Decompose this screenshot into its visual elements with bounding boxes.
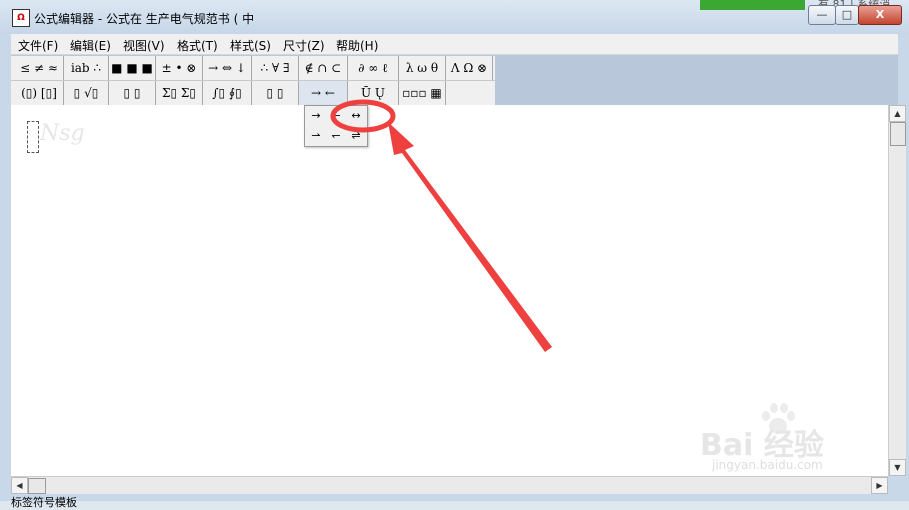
menu-style[interactable]: 样式(S) [230,37,271,54]
right-arrow-template[interactable]: → [306,107,326,125]
menu-edit[interactable]: 编辑(E) [70,37,111,54]
input-slot[interactable] [27,121,39,153]
menu-bar: 文件(F) 编辑(E) 视图(V) 格式(T) 样式(S) 尺寸(Z) 帮助(H… [11,34,898,55]
left-right-arrow-template[interactable]: ↔ [346,107,366,125]
left-arrow-template[interactable]: ← [326,107,346,125]
scroll-up-arrow-icon[interactable]: ▲ [889,105,906,122]
app-icon: Ω [12,9,30,27]
greek-uppercase-palette-button[interactable]: Λ Ω ⊗ [446,56,493,80]
bar-templates-button[interactable]: ▯ ▯ [252,81,299,105]
close-button[interactable]: X [858,5,902,25]
status-bar-text: 标签符号模板 [11,496,77,509]
scroll-down-arrow-icon[interactable]: ▼ [889,459,906,476]
menu-size[interactable]: 尺寸(Z) [283,37,325,54]
matrix-templates-button[interactable]: ▫▫▫ ▦ [399,81,446,105]
fence-templates-button[interactable]: (▯) [▯] [15,81,64,105]
vertical-scroll-thumb[interactable] [890,122,906,146]
embellishments-palette-button[interactable]: ■ ■ ■ [109,56,156,80]
title-bar: Ω 公式编辑器 - 公式在 生产电气规范书 ( 中 有 81 | 系统消 — □… [0,0,909,34]
fraction-radical-templates-button[interactable]: ▯ √▯ [64,81,109,105]
logic-palette-button[interactable]: ∴ ∀ ∃ [252,56,299,80]
menu-help[interactable]: 帮助(H) [336,37,378,54]
set-theory-palette-button[interactable]: ∉ ∩ ⊂ [299,56,348,80]
right-harpoon-template[interactable]: ⇀ [306,127,326,145]
arrow-templates-popup: → ← ↔ ⇀ ↽ ⇌ [304,105,368,147]
operators-palette-button[interactable]: ± • ⊗ [156,56,203,80]
arrows-palette-button[interactable]: → ⇔ ↓ [203,56,252,80]
toolbar-row-templates: (▯) [▯] ▯ √▯ ▯ ▯ Σ▯ Σ▯ ∫▯ ∮▯ ▯ ▯ → ← Ū Ų… [11,81,495,106]
spaces-ellipses-palette-button[interactable]: ⅰab ∴ [64,56,109,80]
symbol-toolbar: ≤ ≠ ≈ ⅰab ∴ ■ ■ ■ ± • ⊗ → ⇔ ↓ ∴ ∀ ∃ ∉ ∩ … [11,55,898,106]
left-harpoon-template[interactable]: ↽ [326,127,346,145]
labeled-arrow-templates-button[interactable]: → ← [299,81,348,105]
menu-file[interactable]: 文件(F) [18,37,58,54]
horizontal-scrollbar[interactable]: ◀ ▶ [11,476,888,494]
menu-format[interactable]: 格式(T) [177,37,218,54]
toolbar-row-symbols: ≤ ≠ ≈ ⅰab ∴ ■ ■ ■ ± • ⊗ → ⇔ ↓ ∴ ∀ ∃ ∉ ∩ … [11,56,495,81]
greek-lowercase-palette-button[interactable]: λ ω θ [399,56,446,80]
baidu-watermark-url: jingyan.baidu.com [712,458,823,472]
scroll-right-arrow-icon[interactable]: ▶ [871,477,888,494]
summation-templates-button[interactable]: Σ▯ Σ▯ [156,81,203,105]
misc-symbols-palette-button[interactable]: ∂ ∞ ℓ [348,56,399,80]
equilibrium-arrow-template[interactable]: ⇌ [346,127,366,145]
vertical-scrollbar[interactable]: ▲ ▼ [888,105,906,476]
placeholder-ghost-text: Nsg [40,121,85,146]
menu-view[interactable]: 视图(V) [123,37,165,54]
horizontal-scroll-thumb[interactable] [28,478,46,494]
subscript-templates-button[interactable]: ▯ ▯ [109,81,156,105]
formula-editor-window: Ω 公式编辑器 - 公式在 生产电气规范书 ( 中 有 81 | 系统消 — □… [0,0,909,509]
maximize-button[interactable]: □ [835,5,859,25]
minimize-button[interactable]: — [808,5,836,25]
scroll-left-arrow-icon[interactable]: ◀ [11,477,28,494]
window-title: 公式编辑器 - 公式在 生产电气规范书 ( 中 [34,12,255,26]
relations-palette-button[interactable]: ≤ ≠ ≈ [15,56,64,80]
background-green-bar [700,0,805,10]
product-set-templates-button[interactable]: Ū Ų [348,81,399,105]
integral-templates-button[interactable]: ∫▯ ∮▯ [203,81,252,105]
